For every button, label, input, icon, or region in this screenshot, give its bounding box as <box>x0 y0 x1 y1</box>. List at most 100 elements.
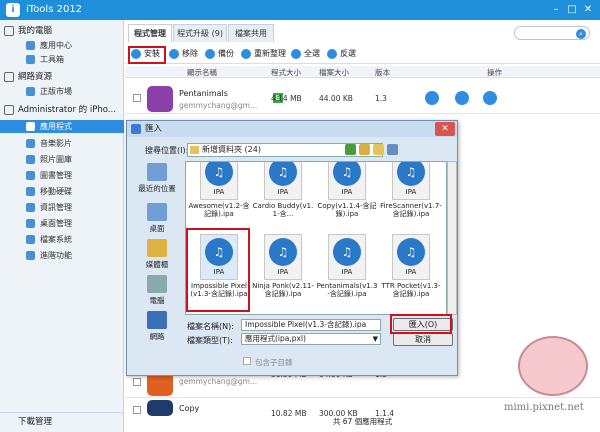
col-name[interactable]: 顯示名稱 <box>187 67 217 78</box>
status-bar: 共 67 個應用程式 <box>332 417 393 426</box>
places-bar: 最近的位置 桌面 媒體櫃 電腦 網路 <box>133 161 181 341</box>
remove-icon <box>169 49 179 59</box>
refresh-icon <box>241 49 251 59</box>
title-bar: i iTools 2012 – □ ✕ <box>0 0 600 20</box>
sidebar-item-app-center[interactable]: 應用中心 <box>0 39 124 52</box>
table-header: 顯示名稱 程式大小 檔案大小 版本 操作 <box>125 66 600 78</box>
globe-icon <box>4 72 14 82</box>
sidebar-section-network[interactable]: 網路資源 <box>0 70 124 84</box>
new-folder-icon[interactable] <box>373 144 384 155</box>
file-item[interactable]: ♫ IPA Awesome(v1.2-含記錄).ipa <box>188 162 250 230</box>
ipa-file-icon: ♫ IPA <box>392 162 430 200</box>
copy-app-icon <box>147 400 173 416</box>
file-item[interactable]: ♫ IPA Pentanimals(v1.3-含記錄).ipa <box>316 234 378 310</box>
app-center-icon <box>26 41 35 50</box>
back-icon[interactable] <box>345 144 356 155</box>
sidebar-item-advanced[interactable]: 進階功能 <box>0 249 124 262</box>
tab-app-management[interactable]: 程式管理 <box>128 24 172 42</box>
sidebar-item-books[interactable]: 圖書管理 <box>0 169 124 182</box>
photo-icon <box>26 155 35 164</box>
col-app-size[interactable]: 程式大小 <box>271 67 301 78</box>
checkbox-box[interactable] <box>243 357 251 365</box>
sidebar-item-apps[interactable]: 應用程式 <box>0 120 124 133</box>
col-actions: 操作 <box>487 68 502 77</box>
disk-icon <box>26 187 35 196</box>
row-checkbox[interactable] <box>133 406 141 414</box>
sidebar-section-device[interactable]: Administrator 的 iPho... <box>0 103 124 117</box>
desktop-icon <box>26 219 35 228</box>
backup-icon <box>205 49 215 59</box>
cancel-button[interactable]: 取消 <box>393 333 453 346</box>
tab-app-upgrade[interactable]: 程式升級 (9) <box>173 24 227 42</box>
backup-button[interactable]: 備份 <box>205 47 234 61</box>
file-item[interactable]: ♫ IPA Cardio Buddy(v1.1-含... <box>252 162 314 230</box>
folder-icon[interactable] <box>483 91 497 105</box>
invert-selection-button[interactable]: 反選 <box>327 47 356 61</box>
search-icon[interactable]: ⌕ <box>576 29 586 39</box>
sidebar-item-store[interactable]: 正版市場 <box>0 85 124 98</box>
invert-icon <box>327 49 337 59</box>
place-libraries[interactable]: 媒體櫃 <box>133 237 181 275</box>
include-subdir-checkbox[interactable]: 包含子目錄 <box>243 357 293 368</box>
maximize-icon[interactable]: □ <box>564 3 580 17</box>
col-file-size[interactable]: 檔案大小 <box>319 67 349 78</box>
sidebar: 我的電腦 應用中心 工具箱 網路資源 正版市場 Administrator 的 … <box>0 20 124 432</box>
delete-icon[interactable] <box>425 91 439 105</box>
place-computer[interactable]: 電腦 <box>133 273 181 311</box>
desktop-icon <box>147 203 167 221</box>
up-folder-icon[interactable] <box>359 144 370 155</box>
dialog-close-icon[interactable]: ✕ <box>435 122 455 136</box>
itools-logo-icon: i <box>6 3 20 17</box>
place-network[interactable]: 網路 <box>133 309 181 347</box>
col-version[interactable]: 版本 <box>375 67 390 78</box>
place-recent[interactable]: 最近的位置 <box>133 161 181 199</box>
store-icon <box>26 87 35 96</box>
ipa-file-icon: ♫ IPA <box>200 162 238 200</box>
book-icon <box>26 171 35 180</box>
sidebar-item-toolbox[interactable]: 工具箱 <box>0 53 124 66</box>
chevron-down-icon: ▼ <box>372 335 378 343</box>
close-icon[interactable]: ✕ <box>580 3 596 17</box>
file-item[interactable]: ♫ IPA Ninja Ponk(v2.11-含記錄).ipa <box>252 234 314 310</box>
filename-input[interactable]: Impossible Pixel(v1.3-含記錄).ipa <box>241 319 381 331</box>
sidebar-item-music-video[interactable]: 音樂影片 <box>0 137 124 150</box>
sidebar-item-storage[interactable]: 移動硬碟 <box>0 185 124 198</box>
sidebar-item-info[interactable]: 資訊管理 <box>0 201 124 214</box>
file-list-scrollbar[interactable] <box>447 161 457 315</box>
filetype-select[interactable]: 應用程式(ipa,pxl) ▼ <box>241 333 381 345</box>
file-item[interactable]: ♫ IPA TTR Pocket(v1.3-含記錄).ipa <box>380 234 442 310</box>
sidebar-item-filesystem[interactable]: 檔案系統 <box>0 233 124 246</box>
row-checkbox[interactable] <box>133 94 141 102</box>
import-dialog: 匯入 ✕ 搜尋位置(I): 新增資料夾 (24) 最近的位置 桌面 媒體櫃 電腦… <box>126 120 458 376</box>
file-item[interactable]: ♫ IPA FireScanner(v1.7-含記錄).ipa <box>380 162 442 230</box>
recent-places-icon <box>147 163 167 181</box>
table-row[interactable]: Pentanimals gemmychang@gm... E 4.14 MB 4… <box>125 84 600 114</box>
sidebar-section-my-computer[interactable]: 我的電腦 <box>0 24 124 38</box>
apps-icon <box>26 122 35 131</box>
row-checkbox[interactable] <box>133 378 141 386</box>
refresh-button[interactable]: 重新整理 <box>241 47 286 61</box>
place-desktop[interactable]: 桌面 <box>133 201 181 239</box>
search-input[interactable]: ⌕ <box>514 26 590 40</box>
computer-icon <box>147 275 167 293</box>
select-all-button[interactable]: 全選 <box>291 47 320 61</box>
dialog-title-bar: 匯入 <box>127 121 457 137</box>
remove-button[interactable]: 移除 <box>169 47 198 61</box>
watermark-text: mimi.pixnet.net <box>504 402 584 413</box>
ipa-file-icon: ♫ IPA <box>328 234 366 280</box>
sidebar-item-photos[interactable]: 照片圖庫 <box>0 153 124 166</box>
phone-icon <box>4 105 14 115</box>
sidebar-download-manager[interactable]: 下載管理 <box>0 412 124 432</box>
tab-file-sharing[interactable]: 檔案共用 <box>228 24 274 42</box>
save-icon[interactable] <box>455 91 469 105</box>
file-item[interactable]: ♫ IPA Copy(v1.1.4-含記錄).ipa <box>316 162 378 230</box>
ipa-file-icon: ♫ IPA <box>392 234 430 280</box>
selected-file-highlight <box>186 228 250 312</box>
view-menu-icon[interactable] <box>387 144 398 155</box>
sidebar-item-desktop[interactable]: 桌面管理 <box>0 217 124 230</box>
computer-icon <box>4 26 14 36</box>
folder-icon <box>190 146 199 154</box>
toolbar: 安裝 移除 備份 重新整理 全選 反選 <box>125 44 600 64</box>
minimize-icon[interactable]: – <box>548 3 564 17</box>
install-highlight <box>128 46 166 64</box>
